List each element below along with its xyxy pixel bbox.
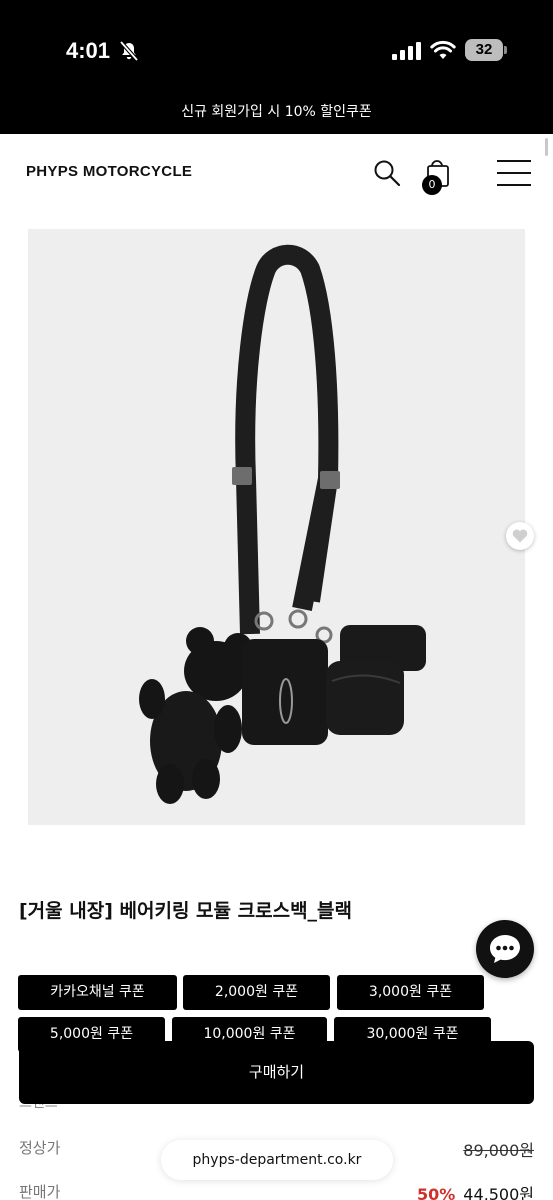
- bell-muted-icon: [119, 40, 139, 62]
- chat-bubble-icon: [490, 935, 520, 963]
- top-bar: 4:01 32 신규 회원가입 시 10% 할인쿠폰: [0, 0, 553, 134]
- coupon-kakao-channel[interactable]: 카카오채널 쿠폰: [18, 975, 177, 1010]
- battery-icon: 32: [465, 39, 507, 61]
- buy-button[interactable]: 구매하기: [19, 1041, 534, 1104]
- wifi-icon: [430, 40, 456, 59]
- hamburger-line: [497, 172, 531, 174]
- search-icon: [374, 160, 401, 187]
- sale-price-group: 50% 44,500원: [417, 1181, 534, 1200]
- chat-button[interactable]: [476, 920, 534, 978]
- heart-icon: [512, 529, 528, 543]
- battery-level: 32: [475, 41, 493, 58]
- promo-banner[interactable]: 신규 회원가입 시 10% 할인쿠폰: [0, 101, 553, 121]
- product-image[interactable]: [28, 229, 525, 825]
- signal-icon: [392, 42, 421, 60]
- sale-price: 44,500원: [463, 1185, 534, 1200]
- regular-price-label: 정상가: [19, 1139, 61, 1157]
- status-time: 4:01: [66, 38, 111, 63]
- crossbody-bag-illustration: [139, 244, 426, 804]
- discount-rate: 50%: [416, 1185, 456, 1200]
- browser-url-bar[interactable]: phyps-department.co.kr: [161, 1140, 393, 1180]
- hamburger-line: [497, 184, 531, 186]
- cart-button[interactable]: 0: [420, 156, 454, 196]
- hamburger-menu-icon: [497, 160, 531, 162]
- coupon-2000[interactable]: 2,000원 쿠폰: [183, 975, 330, 1010]
- site-logo[interactable]: PHYPS MOTORCYCLE: [26, 163, 192, 180]
- search-button[interactable]: [372, 158, 402, 188]
- scrollbar[interactable]: [545, 138, 548, 156]
- coupon-3000[interactable]: 3,000원 쿠폰: [337, 975, 484, 1010]
- product-title: [거울 내장] 베어키링 모듈 크로스백_블랙: [19, 900, 353, 922]
- regular-price: 89,000원: [463, 1141, 534, 1160]
- menu-button[interactable]: [497, 160, 531, 186]
- cart-count-badge: 0: [422, 175, 442, 195]
- sale-price-label: 판매가: [19, 1183, 61, 1200]
- wishlist-button[interactable]: [506, 522, 534, 550]
